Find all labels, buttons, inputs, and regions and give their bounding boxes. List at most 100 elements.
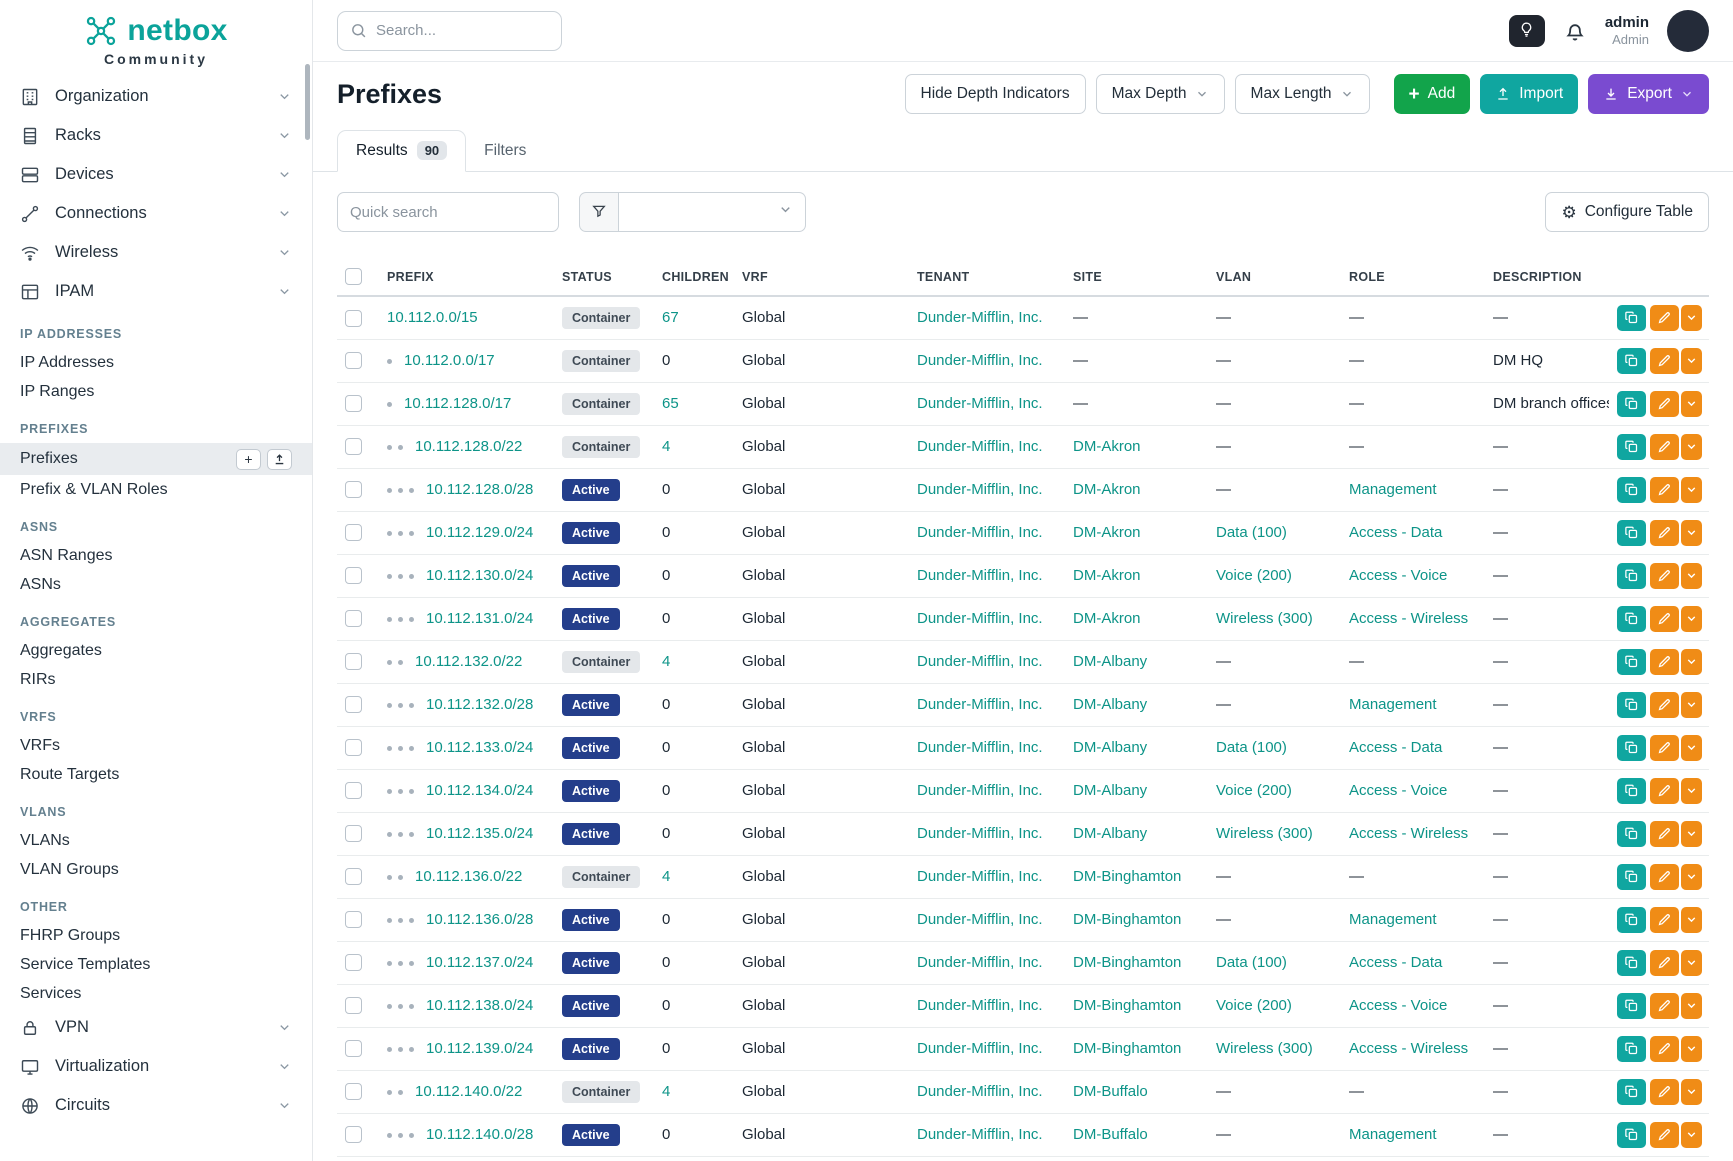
filter-button[interactable] (579, 192, 619, 232)
sidebar-item-prefixes[interactable]: Prefixes + (0, 443, 312, 475)
row-actions-dropdown[interactable] (1681, 434, 1702, 460)
role-link[interactable]: Management (1349, 1126, 1437, 1143)
row-actions-dropdown[interactable] (1681, 520, 1702, 546)
vlan-link[interactable]: Wireless (300) (1216, 1040, 1313, 1057)
prefix-link[interactable]: 10.112.132.0/22 (415, 653, 522, 670)
copy-button[interactable] (1617, 1122, 1646, 1148)
copy-button[interactable] (1617, 950, 1646, 976)
edit-button[interactable] (1650, 563, 1679, 589)
site-link[interactable]: DM-Akron (1073, 438, 1141, 455)
site-link[interactable]: DM-Buffalo (1073, 1126, 1148, 1143)
sidebar-item-devices[interactable]: Devices (0, 155, 312, 194)
row-checkbox[interactable] (345, 610, 362, 627)
column-header-status[interactable]: STATUS (554, 258, 654, 296)
copy-button[interactable] (1617, 1079, 1646, 1105)
prefix-link[interactable]: 10.112.128.0/28 (426, 481, 533, 498)
row-actions-dropdown[interactable] (1681, 563, 1702, 589)
sidebar-item-service-templates[interactable]: Service Templates (0, 950, 312, 979)
copy-button[interactable] (1617, 692, 1646, 718)
row-checkbox[interactable] (345, 524, 362, 541)
global-search[interactable] (337, 11, 562, 51)
edit-button[interactable] (1650, 735, 1679, 761)
sidebar-item-connections[interactable]: Connections (0, 194, 312, 233)
tenant-link[interactable]: Dunder-Mifflin, Inc. (917, 653, 1043, 670)
prefix-link[interactable]: 10.112.136.0/22 (415, 868, 522, 885)
row-actions-dropdown[interactable] (1681, 821, 1702, 847)
edit-button[interactable] (1650, 821, 1679, 847)
column-header-tenant[interactable]: TENANT (909, 258, 1065, 296)
vlan-link[interactable]: Wireless (300) (1216, 825, 1313, 842)
row-actions-dropdown[interactable] (1681, 692, 1702, 718)
edit-button[interactable] (1650, 1122, 1679, 1148)
sidebar-item-ipam[interactable]: IPAM (0, 272, 312, 311)
bell-icon[interactable] (1563, 19, 1587, 43)
max-depth-dropdown[interactable]: Max Depth (1096, 74, 1225, 114)
copy-button[interactable] (1617, 563, 1646, 589)
row-checkbox[interactable] (345, 954, 362, 971)
row-checkbox[interactable] (345, 911, 362, 928)
row-checkbox[interactable] (345, 997, 362, 1014)
row-actions-dropdown[interactable] (1681, 606, 1702, 632)
prefix-link[interactable]: 10.112.0.0/17 (404, 352, 495, 369)
edit-button[interactable] (1650, 1079, 1679, 1105)
site-link[interactable]: DM-Binghamton (1073, 1040, 1181, 1057)
edit-button[interactable] (1650, 950, 1679, 976)
sidebar-scrollbar[interactable] (305, 64, 310, 140)
vlan-link[interactable]: Data (100) (1216, 524, 1287, 541)
prefix-link[interactable]: 10.112.136.0/28 (426, 911, 533, 928)
children-link[interactable]: 65 (662, 395, 679, 412)
copy-button[interactable] (1617, 520, 1646, 546)
row-actions-dropdown[interactable] (1681, 993, 1702, 1019)
edit-button[interactable] (1650, 864, 1679, 890)
role-link[interactable]: Management (1349, 481, 1437, 498)
sidebar-item-ip-ranges[interactable]: IP Ranges (0, 377, 312, 406)
site-link[interactable]: DM-Binghamton (1073, 911, 1181, 928)
row-checkbox[interactable] (345, 438, 362, 455)
site-link[interactable]: DM-Akron (1073, 610, 1141, 627)
copy-button[interactable] (1617, 477, 1646, 503)
tenant-link[interactable]: Dunder-Mifflin, Inc. (917, 868, 1043, 885)
prefix-link[interactable]: 10.112.130.0/24 (426, 567, 533, 584)
row-actions-dropdown[interactable] (1681, 864, 1702, 890)
user-menu[interactable]: admin Admin (1605, 14, 1649, 48)
role-link[interactable]: Management (1349, 696, 1437, 713)
site-link[interactable]: DM-Akron (1073, 524, 1141, 541)
edit-button[interactable] (1650, 305, 1679, 331)
site-link[interactable]: DM-Albany (1073, 782, 1147, 799)
import-button[interactable]: Import (1480, 74, 1578, 114)
vlan-link[interactable]: Data (100) (1216, 739, 1287, 756)
prefix-link[interactable]: 10.112.140.0/22 (415, 1083, 522, 1100)
prefix-link[interactable]: 10.112.139.0/24 (426, 1040, 533, 1057)
row-checkbox[interactable] (345, 868, 362, 885)
column-header-prefix[interactable]: PREFIX (379, 258, 554, 296)
tab-filters[interactable]: Filters (466, 131, 544, 171)
column-header-children[interactable]: CHILDREN (654, 258, 734, 296)
brand[interactable]: netbox Community (0, 14, 312, 77)
site-link[interactable]: DM-Buffalo (1073, 1083, 1148, 1100)
role-link[interactable]: Access - Voice (1349, 782, 1447, 799)
site-link[interactable]: DM-Binghamton (1073, 868, 1181, 885)
row-checkbox[interactable] (345, 352, 362, 369)
tenant-link[interactable]: Dunder-Mifflin, Inc. (917, 438, 1043, 455)
site-link[interactable]: DM-Akron (1073, 567, 1141, 584)
quick-search-input[interactable] (337, 192, 559, 232)
row-actions-dropdown[interactable] (1681, 305, 1702, 331)
tenant-link[interactable]: Dunder-Mifflin, Inc. (917, 739, 1043, 756)
copy-button[interactable] (1617, 305, 1646, 331)
copy-button[interactable] (1617, 735, 1646, 761)
site-link[interactable]: DM-Binghamton (1073, 954, 1181, 971)
column-header-vrf[interactable]: VRF (734, 258, 909, 296)
avatar[interactable] (1667, 10, 1709, 52)
row-checkbox[interactable] (345, 395, 362, 412)
copy-button[interactable] (1617, 778, 1646, 804)
sidebar-item-asn-ranges[interactable]: ASN Ranges (0, 541, 312, 570)
row-checkbox[interactable] (345, 310, 362, 327)
tenant-link[interactable]: Dunder-Mifflin, Inc. (917, 610, 1043, 627)
sidebar-item-vlans[interactable]: VLANs (0, 826, 312, 855)
tenant-link[interactable]: Dunder-Mifflin, Inc. (917, 825, 1043, 842)
role-link[interactable]: Access - Data (1349, 739, 1442, 756)
tenant-link[interactable]: Dunder-Mifflin, Inc. (917, 395, 1043, 412)
edit-button[interactable] (1650, 993, 1679, 1019)
row-checkbox[interactable] (345, 1040, 362, 1057)
row-actions-dropdown[interactable] (1681, 391, 1702, 417)
